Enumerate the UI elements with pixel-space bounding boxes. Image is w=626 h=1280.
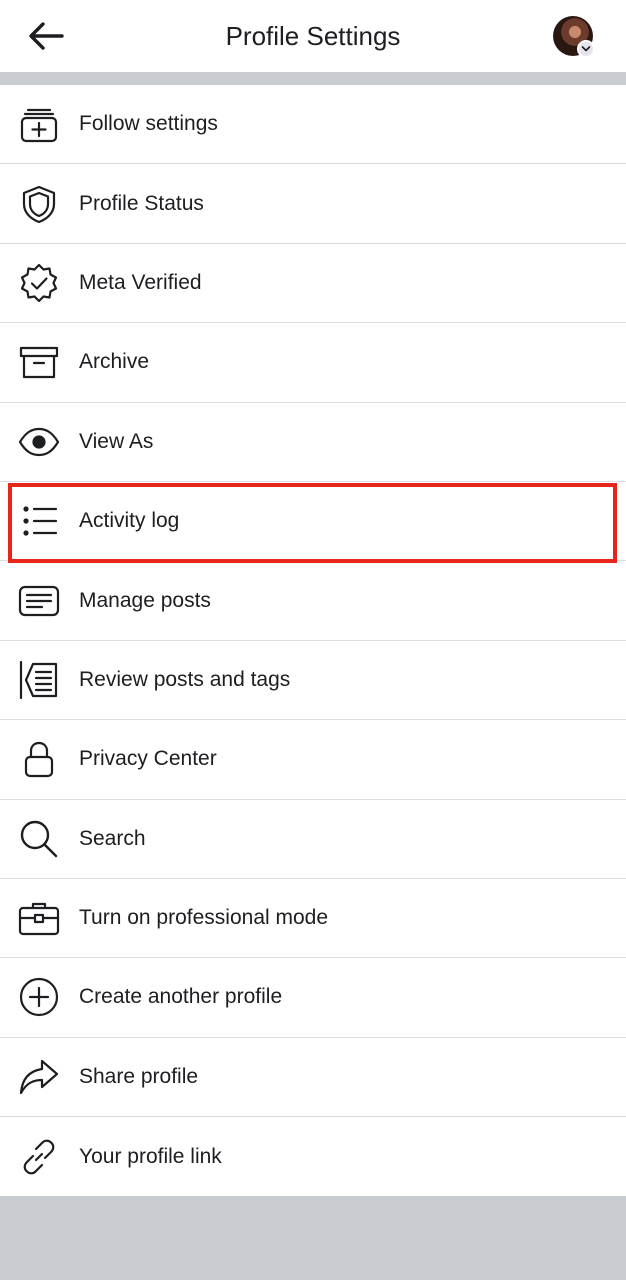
menu-item-label: Meta Verified <box>79 270 202 294</box>
lock-icon <box>18 738 60 780</box>
menu-item-label: Review posts and tags <box>79 667 291 691</box>
menu-item-label: View As <box>79 429 154 453</box>
eye-icon <box>18 421 60 463</box>
menu-item-manage-posts[interactable]: Manage posts <box>0 561 626 641</box>
menu-item-professional-mode[interactable]: Turn on professional mode <box>0 879 626 959</box>
menu-item-review-posts-and-tags[interactable]: Review posts and tags <box>0 641 626 721</box>
menu-item-meta-verified[interactable]: Meta Verified <box>0 244 626 324</box>
menu-item-label: Manage posts <box>79 588 211 612</box>
menu-item-label: Share profile <box>79 1064 199 1088</box>
menu-item-label: Your profile link <box>79 1144 222 1168</box>
follow-settings-icon <box>18 103 60 145</box>
briefcase-icon <box>18 897 60 939</box>
top-bar: Profile Settings <box>0 0 626 72</box>
page-title: Profile Settings <box>225 21 401 51</box>
profile-switcher-button[interactable] <box>553 16 595 58</box>
menu-item-label: Create another profile <box>79 985 283 1009</box>
list-icon <box>18 500 60 542</box>
settings-menu: Follow settings Profile Status Meta Veri… <box>0 85 626 1197</box>
menu-item-label: Privacy Center <box>79 747 217 771</box>
section-divider <box>0 72 626 85</box>
search-icon <box>18 818 60 860</box>
menu-item-search[interactable]: Search <box>0 800 626 879</box>
menu-item-label: Activity log <box>79 509 180 533</box>
menu-item-archive[interactable]: Archive <box>0 323 626 403</box>
plus-circle-icon <box>18 976 60 1018</box>
menu-item-label: Archive <box>79 350 150 374</box>
menu-item-label: Search <box>79 826 146 850</box>
menu-item-follow-settings[interactable]: Follow settings <box>0 85 626 165</box>
menu-item-share-profile[interactable]: Share profile <box>0 1038 626 1118</box>
menu-item-view-as[interactable]: View As <box>0 403 626 482</box>
menu-item-profile-status[interactable]: Profile Status <box>0 164 626 244</box>
menu-item-label: Follow settings <box>79 112 218 136</box>
menu-item-profile-link[interactable]: Your profile link <box>0 1117 626 1196</box>
menu-item-label: Profile Status <box>79 191 204 215</box>
share-arrow-icon <box>18 1056 60 1098</box>
menu-item-create-another-profile[interactable]: Create another profile <box>0 958 626 1038</box>
chevron-down-icon <box>577 40 595 58</box>
link-icon <box>18 1136 60 1178</box>
shield-icon <box>18 183 60 225</box>
review-tags-icon <box>18 659 60 701</box>
menu-item-label: Turn on professional mode <box>79 906 329 930</box>
archive-box-icon <box>18 341 60 383</box>
menu-item-privacy-center[interactable]: Privacy Center <box>0 720 626 800</box>
menu-item-activity-log[interactable]: Activity log <box>0 482 626 562</box>
posts-icon <box>18 580 60 622</box>
verified-badge-icon <box>18 262 60 304</box>
